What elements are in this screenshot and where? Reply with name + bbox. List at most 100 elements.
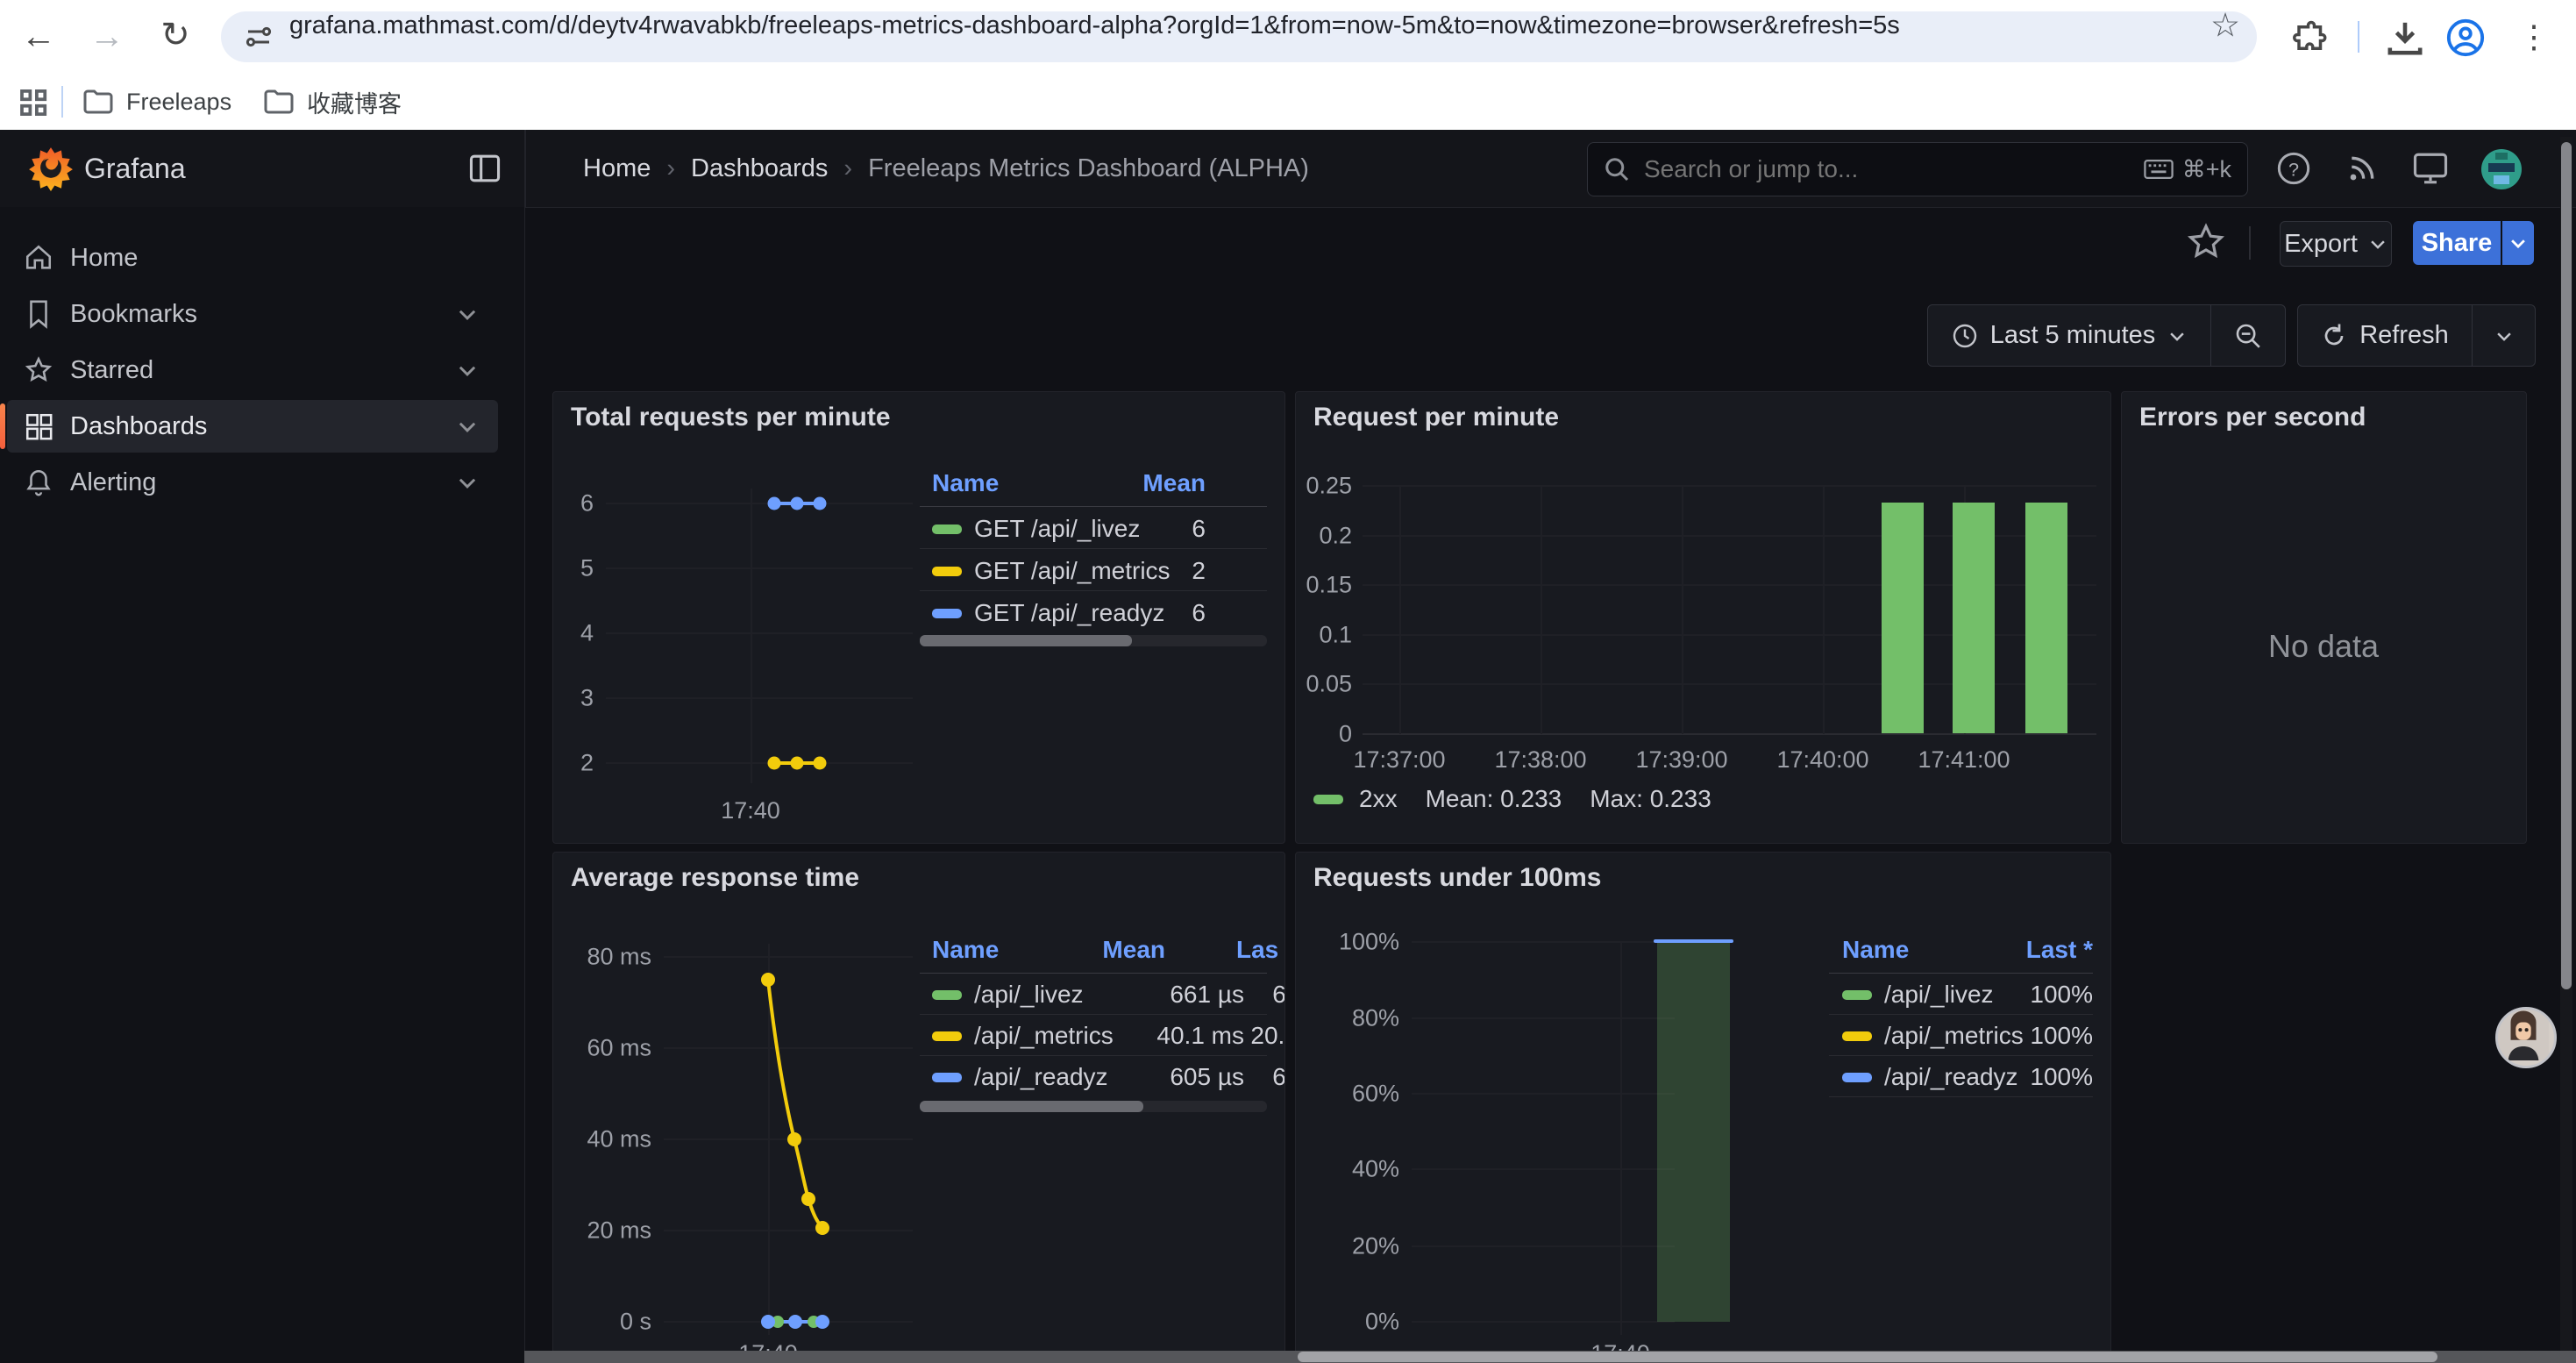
chevron-down-icon[interactable] <box>456 303 479 325</box>
chevron-down-icon[interactable] <box>456 415 479 438</box>
series-color-pill <box>932 567 962 576</box>
bar-2xx[interactable] <box>1882 503 1924 733</box>
user-avatar[interactable] <box>2481 149 2522 189</box>
legend-scrollbar[interactable] <box>920 1101 1267 1112</box>
refresh-interval-dropdown[interactable] <box>2473 326 2535 346</box>
breadcrumb: Home › Dashboards › Freeleaps Metrics Da… <box>583 130 1309 207</box>
series-color-pill <box>932 990 962 1000</box>
bookmark-folder-freeleaps[interactable]: Freeleaps <box>82 74 231 130</box>
series-mean: 6 <box>1192 515 1206 543</box>
grafana-logo[interactable] <box>28 146 74 191</box>
series-last: 100% <box>2030 981 2093 1009</box>
legend-row[interactable]: /api/_readyz 100% <box>1842 1060 2093 1095</box>
share-button[interactable]: Share <box>2413 221 2501 265</box>
breadcrumb-current: Freeleaps Metrics Dashboard (ALPHA) <box>868 154 1309 183</box>
favorite-star-icon[interactable] <box>2185 221 2227 263</box>
chevron-down-icon[interactable] <box>456 471 479 494</box>
legend-row[interactable]: GET /api/_livez 6 <box>932 511 1267 546</box>
horizontal-scrollbar-thumb[interactable] <box>1298 1352 2437 1362</box>
bar-2xx[interactable] <box>1953 503 1995 733</box>
legend-header-name[interactable]: Name <box>932 936 999 964</box>
series-mean: 6 <box>1192 599 1206 627</box>
extensions-icon[interactable] <box>2292 19 2330 56</box>
bookmark-folder-blogs[interactable]: 收藏博客 <box>263 74 402 130</box>
breadcrumb-home[interactable]: Home <box>583 154 651 183</box>
star-icon <box>7 355 70 385</box>
time-range-picker[interactable]: Last 5 minutes <box>1928 321 2210 350</box>
x-tick: 17:37:00 <box>1353 746 1445 774</box>
legend-header-last[interactable]: Last * <box>1971 936 2093 964</box>
series-last: 620 <box>1217 1063 1285 1091</box>
vertical-scrollbar-thumb[interactable] <box>2561 142 2572 989</box>
search-input[interactable] <box>1642 154 2144 184</box>
help-icon[interactable]: ? <box>2276 151 2311 186</box>
series-name: 2xx <box>1359 785 1398 813</box>
legend-scrollbar[interactable] <box>920 635 1267 646</box>
sidebar-item-alerting[interactable]: Alerting <box>7 456 498 509</box>
bar-2xx[interactable] <box>2025 503 2067 733</box>
legend-row[interactable]: /api/_livez 661 µs 646 <box>932 977 1267 1012</box>
active-indicator <box>0 403 5 449</box>
legend-header-mean[interactable]: Mean <box>1097 469 1206 497</box>
search-box[interactable]: ⌘+k <box>1587 142 2248 196</box>
back-icon[interactable]: ← <box>21 18 56 57</box>
panel-errors-per-second[interactable]: Errors per second No data <box>2121 391 2527 844</box>
chevron-down-icon <box>2494 326 2514 346</box>
site-info-icon[interactable] <box>246 25 272 49</box>
series-color-pill <box>1842 1031 1872 1041</box>
horizontal-scrollbar[interactable] <box>524 1351 2576 1363</box>
sidebar-item-bookmarks[interactable]: Bookmarks <box>7 288 498 340</box>
monitor-icon[interactable] <box>2412 151 2449 186</box>
y-tick: 80% <box>1296 1005 1399 1032</box>
panel-requests-under-100ms[interactable]: Requests under 100ms 100% 80% 60% 40% 20… <box>1295 852 2111 1363</box>
panel-request-per-minute[interactable]: Request per minute 0.25 0.2 0.15 0.1 0.0… <box>1295 391 2111 844</box>
export-label: Export <box>2284 230 2358 259</box>
panel-average-response-time[interactable]: Average response time 80 ms 60 ms 40 ms … <box>552 852 1285 1363</box>
floating-assistant-avatar[interactable] <box>2495 1007 2557 1068</box>
series-last: 100% <box>2030 1022 2093 1050</box>
sidebar-nav: Home Bookmarks Starred <box>0 207 525 1363</box>
profile-icon[interactable] <box>2444 18 2487 58</box>
legend-header-mean[interactable]: Mean <box>1062 936 1165 964</box>
panel-total-requests[interactable]: Total requests per minute 6 5 4 3 2 17:4… <box>552 391 1285 844</box>
refresh-label: Refresh <box>2359 321 2449 350</box>
browser-toolbar: ← → ↻ grafana.mathmast.com/d/deytv4rwava… <box>0 0 2576 74</box>
legend-row[interactable]: /api/_metrics 100% <box>1842 1018 2093 1053</box>
area-fill-100pct[interactable] <box>1657 942 1730 1322</box>
sidebar-item-dashboards[interactable]: Dashboards <box>7 400 498 453</box>
series-last: 100% <box>2030 1063 2093 1091</box>
reload-icon[interactable]: ↻ <box>160 15 190 55</box>
sidebar-item-home[interactable]: Home <box>7 232 498 284</box>
bookmark-star-icon[interactable]: ☆ <box>2210 6 2240 46</box>
url-text[interactable]: grafana.mathmast.com/d/deytv4rwavabkb/fr… <box>289 0 1900 51</box>
legend-row[interactable]: GET /api/_metrics 2 <box>932 553 1267 589</box>
bookmark-icon <box>7 299 70 329</box>
zoom-out-button[interactable] <box>2211 322 2285 350</box>
panel-title: Request per minute <box>1313 403 1559 432</box>
legend-header-name[interactable]: Name <box>932 469 999 497</box>
folder-icon <box>82 89 114 115</box>
breadcrumb-dashboards[interactable]: Dashboards <box>691 154 828 183</box>
legend-header-last[interactable]: Las <box>1236 936 1278 964</box>
vertical-scrollbar[interactable] <box>2560 137 2572 1363</box>
legend-row[interactable]: /api/_readyz 605 µs 620 <box>932 1060 1267 1095</box>
chevron-down-icon[interactable] <box>456 359 479 382</box>
sidebar-item-starred[interactable]: Starred <box>7 344 498 396</box>
legend-row[interactable]: 2xx Mean: 0.233 Max: 0.233 <box>1313 785 1711 813</box>
download-icon[interactable] <box>2385 19 2425 56</box>
legend-row[interactable]: /api/_livez 100% <box>1842 977 2093 1012</box>
sidebar-toggle-icon[interactable] <box>468 153 502 184</box>
series-name: GET /api/_livez <box>974 515 1140 543</box>
series-name: GET /api/_metrics <box>974 557 1171 585</box>
rss-icon[interactable] <box>2345 151 2380 186</box>
legend-header-name[interactable]: Name <box>1842 936 1909 964</box>
apps-grid-icon[interactable] <box>18 89 53 116</box>
legend-row[interactable]: /api/_metrics 40.1 ms 20.5 r <box>932 1018 1267 1053</box>
export-button[interactable]: Export <box>2280 221 2392 267</box>
forward-icon[interactable]: → <box>89 18 125 57</box>
kebab-menu-icon[interactable]: ⋮ <box>2518 18 2550 55</box>
share-dropdown-button[interactable] <box>2502 221 2534 265</box>
legend-row[interactable]: GET /api/_readyz 6 <box>932 596 1267 631</box>
home-icon <box>7 243 70 273</box>
refresh-button[interactable]: Refresh <box>2298 321 2472 350</box>
